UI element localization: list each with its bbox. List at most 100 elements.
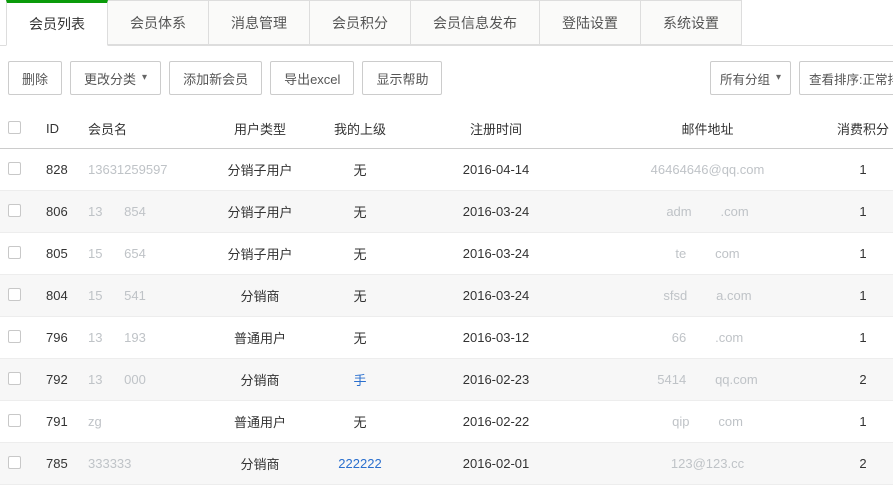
select-all-checkbox[interactable] xyxy=(8,121,21,134)
toolbar: 删除 更改分类 ▾ 添加新会员 导出excel 显示帮助 所有分组 ▾ 查看排序:正常排序 xyxy=(0,46,893,109)
button-label: 所有分组 xyxy=(720,69,770,88)
consume-points: 1 xyxy=(833,414,893,429)
button-label: 查看排序:正常排序 xyxy=(809,69,893,88)
member-name: 13 854 xyxy=(88,204,210,219)
consume-points: 1 xyxy=(833,246,893,261)
member-id: 804 xyxy=(36,288,88,303)
table-row: 785 333333 分销商 222222 2016-02-01 123@123… xyxy=(0,443,893,485)
member-upline: 222222 xyxy=(310,456,410,471)
member-upline: 无 xyxy=(310,244,410,263)
member-id: 796 xyxy=(36,330,88,345)
register-date: 2016-02-01 xyxy=(410,456,582,471)
caret-down-icon: ▾ xyxy=(776,73,781,83)
change-category-dropdown[interactable]: 更改分类 ▾ xyxy=(70,61,161,95)
row-checkbox[interactable] xyxy=(8,456,21,469)
member-name: 13 193 xyxy=(88,330,210,345)
register-date: 2016-02-22 xyxy=(410,414,582,429)
register-date: 2016-03-24 xyxy=(410,288,582,303)
row-checkbox-cell xyxy=(0,246,36,262)
member-name: 15 541 xyxy=(88,288,210,303)
tab-item[interactable]: 系统设置 xyxy=(640,0,742,45)
member-upline: 无 xyxy=(310,160,410,179)
register-date: 2016-03-24 xyxy=(410,204,582,219)
member-table: ID会员名用户类型我的上级注册时间邮件地址消费积分 828 1363125959… xyxy=(0,109,893,485)
button-label: 删除 xyxy=(22,69,48,88)
add-member-button[interactable]: 添加新会员 xyxy=(169,61,262,95)
row-checkbox[interactable] xyxy=(8,288,21,301)
tab-item[interactable]: 会员列表 xyxy=(6,0,108,46)
column-header: 消费积分 xyxy=(833,119,893,138)
consume-points: 1 xyxy=(833,330,893,345)
row-checkbox[interactable] xyxy=(8,372,21,385)
member-id: 828 xyxy=(36,162,88,177)
upline-link[interactable]: 222222 xyxy=(338,456,381,471)
tab-item[interactable]: 会员积分 xyxy=(309,0,411,45)
member-email: 123@123.cc xyxy=(582,456,833,471)
table-row: 792 13 000 分销商 手 2016-02-23 5414 qq.com … xyxy=(0,359,893,401)
row-checkbox-cell xyxy=(0,414,36,430)
member-name: 333333 xyxy=(88,456,210,471)
sort-order-button[interactable]: 查看排序:正常排序 xyxy=(799,61,893,95)
row-checkbox-cell xyxy=(0,456,36,472)
button-label: 更改分类 xyxy=(84,69,136,88)
row-checkbox[interactable] xyxy=(8,246,21,259)
toolbar-left-group: 删除 更改分类 ▾ 添加新会员 导出excel 显示帮助 xyxy=(8,61,450,109)
table-header: ID会员名用户类型我的上级注册时间邮件地址消费积分 xyxy=(0,109,893,149)
member-email: 66 .com xyxy=(582,330,833,345)
member-id: 792 xyxy=(36,372,88,387)
member-id: 785 xyxy=(36,456,88,471)
row-checkbox[interactable] xyxy=(8,204,21,217)
member-name: zg xyxy=(88,414,210,429)
row-checkbox-cell xyxy=(0,288,36,304)
table-row: 791 zg 普通用户 无 2016-02-22 qip com 1 xyxy=(0,401,893,443)
member-type: 普通用户 xyxy=(210,328,310,347)
member-type: 普通用户 xyxy=(210,412,310,431)
member-upline: 手 xyxy=(310,370,410,389)
member-email: 46464646@qq.com xyxy=(582,162,833,177)
consume-points: 2 xyxy=(833,372,893,387)
member-email: 5414 qq.com xyxy=(582,372,833,387)
upline-link[interactable]: 手 xyxy=(353,373,366,388)
button-label: 显示帮助 xyxy=(376,69,428,88)
member-email: sfsd a.com xyxy=(582,288,833,303)
tab-item[interactable]: 会员信息发布 xyxy=(410,0,540,45)
column-header: 注册时间 xyxy=(410,119,582,138)
register-date: 2016-04-14 xyxy=(410,162,582,177)
export-excel-button[interactable]: 导出excel xyxy=(270,61,354,95)
column-header: ID xyxy=(36,121,88,136)
row-checkbox-cell xyxy=(0,204,36,220)
member-type: 分销子用户 xyxy=(210,160,310,179)
consume-points: 1 xyxy=(833,288,893,303)
consume-points: 1 xyxy=(833,162,893,177)
tab-item[interactable]: 登陆设置 xyxy=(539,0,641,45)
table-row: 828 13631259597 分销子用户 无 2016-04-14 46464… xyxy=(0,149,893,191)
member-email: te com xyxy=(582,246,833,261)
consume-points: 1 xyxy=(833,204,893,219)
tab-item[interactable]: 消息管理 xyxy=(208,0,310,45)
header-checkbox-cell xyxy=(0,121,36,137)
delete-button[interactable]: 删除 xyxy=(8,61,62,95)
row-checkbox-cell xyxy=(0,330,36,346)
row-checkbox[interactable] xyxy=(8,414,21,427)
tab-item[interactable]: 会员体系 xyxy=(107,0,209,45)
row-checkbox[interactable] xyxy=(8,162,21,175)
row-checkbox[interactable] xyxy=(8,330,21,343)
member-upline: 无 xyxy=(310,412,410,431)
member-upline: 无 xyxy=(310,202,410,221)
member-type: 分销商 xyxy=(210,454,310,473)
member-upline: 无 xyxy=(310,328,410,347)
member-email: qip com xyxy=(582,414,833,429)
all-groups-dropdown[interactable]: 所有分组 ▾ xyxy=(710,61,791,95)
table-row: 804 15 541 分销商 无 2016-03-24 sfsd a.com 1 xyxy=(0,275,893,317)
member-name: 13 000 xyxy=(88,372,210,387)
member-type: 分销商 xyxy=(210,286,310,305)
register-date: 2016-03-12 xyxy=(410,330,582,345)
member-type: 分销子用户 xyxy=(210,244,310,263)
member-type: 分销子用户 xyxy=(210,202,310,221)
caret-down-icon: ▾ xyxy=(142,73,147,83)
consume-points: 2 xyxy=(833,456,893,471)
button-label: 添加新会员 xyxy=(183,69,248,88)
show-help-button[interactable]: 显示帮助 xyxy=(362,61,442,95)
toolbar-right-group: 所有分组 ▾ 查看排序:正常排序 xyxy=(710,61,893,95)
button-label: 导出excel xyxy=(284,69,340,88)
